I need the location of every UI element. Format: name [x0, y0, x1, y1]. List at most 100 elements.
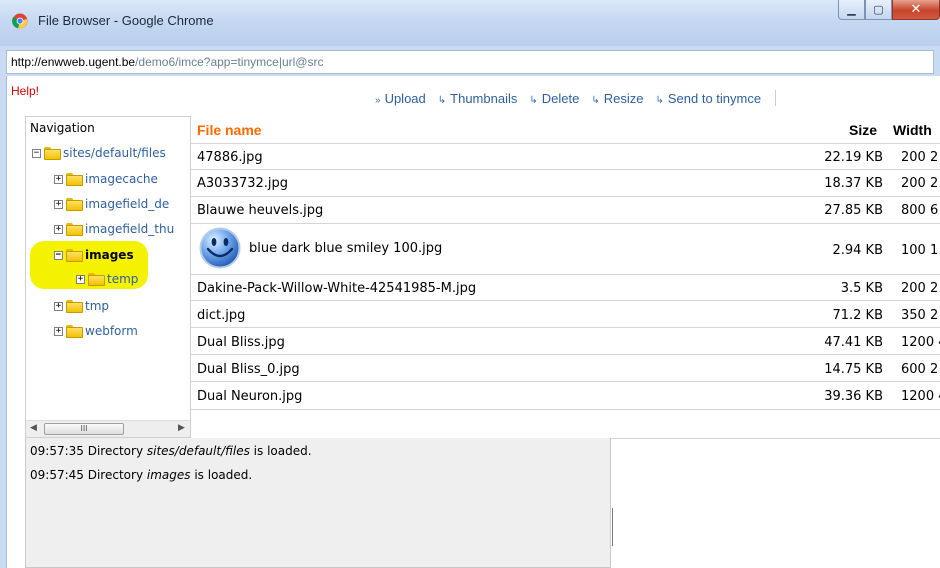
- expander-icon[interactable]: +: [54, 326, 63, 336]
- file-name: Blauwe heuvels.jpg: [197, 203, 324, 218]
- table-row[interactable]: Blauwe heuvels.jpg 27.85 KB 800 6: [191, 198, 940, 224]
- maximize-icon: ▢: [873, 3, 884, 16]
- delete-label: Delete: [541, 90, 580, 106]
- tree-item-label: imagefield_thu: [85, 222, 175, 236]
- scroll-right-icon[interactable]: ▶: [178, 423, 185, 433]
- minimize-button[interactable]: ▁: [838, 0, 865, 20]
- log-suffix: is loaded.: [194, 468, 253, 482]
- title-bar: File Browser - Google Chrome ▁ ▢ ✕: [0, 0, 940, 46]
- tree-item-label: sites/default/files: [63, 146, 166, 160]
- tree-item-images[interactable]: − images: [54, 245, 134, 265]
- maximize-button[interactable]: ▢: [865, 0, 892, 20]
- address-bar[interactable]: http://enwweb.ugent.be/demo6/imce?app=ti…: [6, 50, 934, 74]
- file-size: 27.85 KB: [824, 203, 883, 218]
- table-row[interactable]: Dual Bliss_0.jpg 14.75 KB 600 2: [191, 356, 940, 382]
- thumbnails-button[interactable]: ↳ Thumbnails: [437, 90, 518, 107]
- table-row[interactable]: Dakine-Pack-Willow-White-42541985-M.jpg …: [191, 276, 940, 301]
- log-prefix: Directory: [87, 468, 144, 482]
- resize-button[interactable]: ↳ Resize: [591, 90, 644, 107]
- log-suffix: is loaded.: [253, 444, 312, 458]
- expander-icon[interactable]: +: [76, 274, 85, 284]
- upload-button[interactable]: » Upload: [375, 90, 426, 107]
- tree-item-tmp[interactable]: + tmp: [54, 296, 109, 316]
- expander-icon[interactable]: +: [54, 301, 63, 311]
- toolbar-divider: [775, 90, 777, 106]
- upload-label: Upload: [384, 90, 426, 106]
- folder-icon: [66, 222, 83, 236]
- log-prefix: Directory: [87, 444, 144, 458]
- file-name: A3033732.jpg: [197, 176, 289, 191]
- arrow-icon: ↳: [655, 95, 664, 106]
- file-size: 71.2 KB: [832, 308, 883, 323]
- folder-icon: [66, 248, 83, 262]
- toolbar: » Upload ↳ Thumbnails ↳ Delete ↳ Resize ↳ Sen…: [375, 89, 777, 107]
- scroll-left-icon[interactable]: ◀: [30, 423, 37, 433]
- table-row[interactable]: 47886.jpg 22.19 KB 200 2: [191, 145, 940, 170]
- tree-item-webform[interactable]: + webform: [54, 321, 138, 341]
- resize-label: Resize: [603, 90, 644, 106]
- file-width: 1200 4: [901, 335, 940, 350]
- table-row[interactable]: blue dark blue smiley 100.jpg 2.94 KB 10…: [191, 225, 940, 275]
- file-size: 2.94 KB: [832, 243, 883, 258]
- file-name: blue dark blue smiley 100.jpg: [249, 241, 443, 256]
- expander-icon[interactable]: −: [32, 148, 41, 158]
- file-size: 47.41 KB: [824, 335, 883, 350]
- tree-item-label: imagefield_de: [85, 197, 170, 211]
- log-time: 09:57:45: [30, 468, 84, 482]
- address-host: http://enwweb.ugent.be: [11, 55, 136, 69]
- file-name: dict.jpg: [197, 308, 246, 323]
- file-name: Dakine-Pack-Willow-White-42541985-M.jpg: [197, 281, 477, 296]
- file-name: Dual Bliss_0.jpg: [197, 362, 300, 377]
- file-width: 600 2: [901, 362, 939, 377]
- folder-icon: [66, 299, 83, 313]
- file-width: 200 2: [901, 281, 939, 296]
- expander-icon[interactable]: +: [54, 224, 63, 234]
- tree-item-label: tmp: [85, 299, 110, 313]
- minimize-icon: ▁: [847, 3, 856, 16]
- file-browser-content: Help! » Upload ↳ Thumbnails ↳ Delete ↳ Resiz…: [6, 76, 940, 568]
- navigation-header: Navigation: [30, 121, 95, 135]
- help-link[interactable]: Help!: [11, 84, 39, 98]
- log-resize-handle[interactable]: [612, 508, 613, 546]
- column-size[interactable]: Size: [849, 122, 877, 138]
- expander-icon[interactable]: −: [54, 250, 63, 260]
- arrow-icon: ↳: [591, 95, 600, 106]
- tree-item-files[interactable]: − sites/default/files: [32, 143, 166, 163]
- column-width[interactable]: Width: [893, 122, 932, 138]
- tree-item-imagefield-de[interactable]: + imagefield_de: [54, 194, 169, 214]
- arrow-icon: »: [375, 95, 381, 106]
- log-panel: 09:57:35 Directory sites/default/files i…: [25, 438, 613, 568]
- tree-item-imagefield-thu[interactable]: + imagefield_thu: [54, 219, 174, 239]
- table-row[interactable]: A3033732.jpg 18.37 KB 200 2: [191, 171, 940, 197]
- file-width: 350 2: [901, 308, 939, 323]
- table-row[interactable]: dict.jpg 71.2 KB 350 2: [191, 302, 940, 328]
- expander-icon[interactable]: +: [54, 174, 63, 184]
- scroll-thumb[interactable]: III: [44, 423, 124, 435]
- folder-icon: [66, 197, 83, 211]
- column-file-name[interactable]: File name: [197, 122, 262, 138]
- delete-button[interactable]: ↳ Delete: [529, 90, 580, 107]
- tree-item-label: temp: [107, 272, 139, 286]
- navigation-pane: Navigation − sites/default/files + image…: [25, 116, 191, 438]
- tree-item-label: webform: [85, 324, 138, 338]
- arrow-icon: ↳: [437, 95, 447, 106]
- send-to-tinymce-label: Send to tinymce: [667, 90, 762, 106]
- chrome-icon: [12, 13, 28, 29]
- arrow-icon: ↳: [529, 95, 538, 106]
- file-width: 200 2: [901, 176, 939, 191]
- navigation-scrollbar[interactable]: ◀ III ▶: [26, 420, 190, 437]
- table-row[interactable]: Dual Neuron.jpg 39.36 KB 1200 4: [191, 383, 940, 410]
- close-button[interactable]: ✕: [892, 0, 940, 20]
- folder-icon: [44, 146, 61, 160]
- file-name: Dual Neuron.jpg: [197, 389, 303, 404]
- tree-item-imagecache[interactable]: + imagecache: [54, 169, 158, 189]
- send-to-tinymce-button[interactable]: ↳ Send to tinymce: [655, 90, 762, 107]
- file-width: 1200 4: [901, 389, 940, 404]
- log-directory: sites/default/files: [146, 444, 250, 458]
- expander-icon[interactable]: +: [54, 199, 63, 209]
- table-row[interactable]: Dual Bliss.jpg 47.41 KB 1200 4: [191, 329, 940, 355]
- tree-item-temp[interactable]: + temp: [76, 269, 138, 289]
- log-line: 09:57:45 Directory images is loaded.: [30, 468, 252, 482]
- log-line: 09:57:35 Directory sites/default/files i…: [30, 444, 312, 458]
- file-list: File name Size Width 47886.jpg 22.19 KB …: [191, 116, 940, 438]
